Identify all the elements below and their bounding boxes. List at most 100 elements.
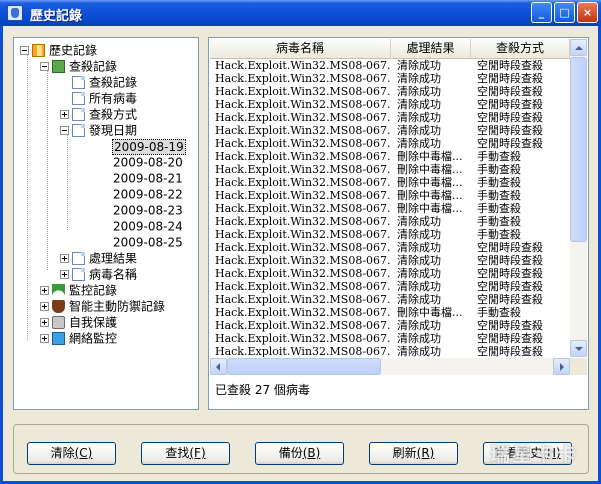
tree-node-date[interactable]: 2009-08-24 [113,218,183,234]
backup-button[interactable]: 備份(B) [255,442,344,465]
maximize-button[interactable]: □ [554,2,575,23]
watermark-logo: 瑞星卡卡 [490,442,578,466]
collapse-toggle[interactable] [60,126,69,135]
tree-node-date-selected[interactable]: 2009-08-19 [112,138,186,155]
expand-toggle[interactable] [40,286,49,295]
result-cell: 清除成功 [397,293,441,306]
tree-node-active-defense[interactable]: 智能主動防禦記錄 [40,298,165,314]
tree-node-self-protect[interactable]: 自我保護 [40,314,117,330]
title-bar[interactable]: 歷史記錄 _ □ × [0,0,601,26]
tree-node-date[interactable]: 2009-08-22 [113,186,183,202]
tree-node-date[interactable]: 2009-08-21 [113,170,183,186]
table-row[interactable]: Hack.Exploit.Win32.MS08-067.eu 清除成功 空閒時段查殺 [210,72,570,85]
method-cell: 空閒時段查殺 [477,59,543,72]
table-row[interactable]: Hack.Exploit.Win32.MS08-067.eu 清除成功 空閒時段查殺 [210,319,570,332]
find-button[interactable]: 查找(F) [141,442,230,465]
table-row[interactable]: Hack.Exploit.Win32.MS08-067.bg 刪除中毒檔... 手動… [210,150,570,163]
refresh-button[interactable]: 刷新(R) [369,442,458,465]
vertical-scrollbar[interactable] [570,39,587,357]
history-tree[interactable]: 歷史記錄 查殺記錄 查殺記錄 所有病毒 查殺方式 發現日期 2009-08-19… [13,37,199,410]
tree-node-date[interactable]: 2009-08-25 [113,234,183,250]
tree-node-date[interactable]: 2009-08-23 [113,202,183,218]
tree-node-root[interactable]: 歷史記錄 [20,42,97,58]
virus-name-cell: Hack.Exploit.Win32.MS08-067.bg [215,189,390,202]
horizontal-scroll-thumb[interactable] [227,358,381,375]
table-row[interactable]: Hack.Exploit.Win32.MS08-067.eu 清除成功 空閒時段查殺 [210,254,570,267]
scroll-right-button[interactable] [553,358,570,375]
scroll-down-button[interactable] [570,340,587,357]
table-row[interactable]: Hack.Exploit.Win32.MS08-067.eu 清除成功 空閒時段查殺 [210,137,570,150]
method-cell: 空閒時段查殺 [477,267,543,280]
scan-icon [52,60,65,73]
horizontal-scrollbar[interactable] [210,358,570,375]
tree-node-result[interactable]: 處理結果 [60,250,137,266]
expand-toggle[interactable] [60,270,69,279]
table-row[interactable]: Hack.Exploit.Win32.MS08-067.bg 刪除中毒檔... 手動… [210,306,570,319]
result-cell: 清除成功 [397,332,441,345]
table-row[interactable]: Hack.Exploit.Win32.MS08-067.bg 刪除中毒檔... 手動… [210,163,570,176]
scroll-up-button[interactable] [570,39,587,56]
virus-name-cell: Hack.Exploit.Win32.MS08-067.bg [215,176,390,189]
expand-toggle[interactable] [60,254,69,263]
tree-node-scan-log[interactable]: 查殺記錄 [60,74,137,90]
result-cell: 清除成功 [397,345,441,357]
expand-toggle[interactable] [40,302,49,311]
tree-node-monitor[interactable]: 監控記錄 [40,282,117,298]
virus-name-cell: Hack.Exploit.Win32.MS08-067.eu [215,215,390,228]
document-icon [72,76,85,89]
column-header-method[interactable]: 查殺方式 [471,39,570,58]
result-cell: 清除成功 [397,124,441,137]
collapse-toggle[interactable] [40,62,49,71]
virus-name-cell: Hack.Exploit.Win32.MS08-067.bg [215,163,390,176]
expand-toggle[interactable] [60,110,69,119]
expand-toggle[interactable] [40,334,49,343]
scroll-left-button[interactable] [210,358,227,375]
tree-node-discovery-date[interactable]: 發現日期 [60,122,137,138]
table-row[interactable]: Hack.Exploit.Win32.MS08-067.eu 清除成功 空閒時段查殺 [210,280,570,293]
result-cell: 清除成功 [397,254,441,267]
method-cell: 空閒時段查殺 [477,319,543,332]
tree-node-network-monitor[interactable]: 網絡監控 [40,330,117,346]
close-button[interactable]: × [577,2,598,23]
history-window: 歷史記錄 _ □ × 歷史記錄 查殺記錄 查殺記錄 所有病毒 查殺方式 發現日期… [0,0,601,484]
virus-name-cell: Hack.Exploit.Win32.MS08-067.eu [215,319,390,332]
table-row[interactable]: Hack.Exploit.Win32.MS08-067.eu 清除成功 空閒時段查殺 [210,267,570,280]
tree-node-scan-method[interactable]: 查殺方式 [60,106,137,122]
table-row[interactable]: Hack.Exploit.Win32.MS08-067.eu 清除成功 空閒時段查殺 [210,241,570,254]
table-row[interactable]: Hack.Exploit.Win32.MS08-067.eu 清除成功 空閒時段查殺 [210,111,570,124]
table-row[interactable]: Hack.Exploit.Win32.MS08-067.eu 清除成功 空閒時段查殺 [210,332,570,345]
virus-name-cell: Hack.Exploit.Win32.MS08-067.eu [215,280,390,293]
tree-node-scan-records[interactable]: 查殺記錄 [40,58,117,74]
column-header-result[interactable]: 處理結果 [391,39,471,58]
collapse-toggle[interactable] [20,46,29,55]
table-row[interactable]: Hack.Exploit.Win32.MS08-067.eu 清除成功 空閒時段查殺 [210,345,570,357]
table-row[interactable]: Hack.Exploit.Win32.MS08-067.eu 清除成功 空閒時段查殺 [210,293,570,306]
method-cell: 空閒時段查殺 [477,241,543,254]
table-row[interactable]: Hack.Exploit.Win32.MS08-067.bg 刪除中毒檔... 手動… [210,176,570,189]
result-cell: 清除成功 [397,72,441,85]
method-cell: 手動查殺 [477,306,521,319]
method-cell: 手動查殺 [477,189,521,202]
result-cell: 清除成功 [397,319,441,332]
expand-toggle[interactable] [40,318,49,327]
table-row[interactable]: Hack.Exploit.Win32.MS08-067.eu 清除成功 空閒時段查殺 [210,98,570,111]
method-cell: 手動查殺 [477,202,521,215]
virus-name-cell: Hack.Exploit.Win32.MS08-067.eu [215,137,390,150]
tree-node-virus-name[interactable]: 病毒名稱 [60,266,137,282]
tree-node-date[interactable]: 2009-08-20 [113,154,183,170]
table-row[interactable]: Hack.Exploit.Win32.MS08-067.eu 清除成功 手動查殺 [210,215,570,228]
method-cell: 空閒時段查殺 [477,280,543,293]
table-row[interactable]: Hack.Exploit.Win32.MS08-067.bg 刪除中毒檔... 手動… [210,189,570,202]
table-row[interactable]: Hack.Exploit.Win32.MS08-067.eu 清除成功 手動查殺 [210,228,570,241]
clear-button[interactable]: 清除(C) [27,442,116,465]
tree-node-all-viruses[interactable]: 所有病毒 [60,90,137,106]
document-icon [72,108,85,121]
table-row[interactable]: Hack.Exploit.Win32.MS08-067.eu 清除成功 空閒時段查殺 [210,59,570,72]
table-row[interactable]: Hack.Exploit.Win32.MS08-067.eu 清除成功 空閒時段查殺 [210,85,570,98]
table-row[interactable]: Hack.Exploit.Win32.MS08-067.eu 清除成功 空閒時段查殺 [210,124,570,137]
table-row[interactable]: Hack.Exploit.Win32.MS08-067.bg 刪除中毒檔... 手動… [210,202,570,215]
minimize-button[interactable]: _ [531,2,552,23]
virus-list[interactable]: Hack.Exploit.Win32.MS08-067.eu 清除成功 空閒時段查殺… [210,59,570,357]
column-header-virus-name[interactable]: 病毒名稱 [210,39,391,58]
vertical-scroll-thumb[interactable] [570,57,587,242]
